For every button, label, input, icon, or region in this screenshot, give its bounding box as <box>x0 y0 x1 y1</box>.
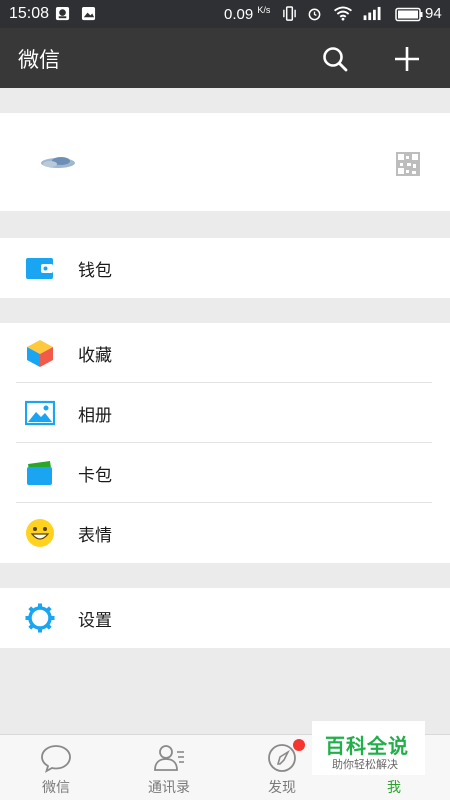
menu-item-label: 钱包 <box>78 261 112 281</box>
menu-group-wallet: 钱包 <box>0 238 450 298</box>
search-icon[interactable] <box>318 42 352 76</box>
wifi-icon <box>333 6 353 21</box>
watermark-subtitle: 助你轻松解决 <box>332 758 398 771</box>
menu-item-settings[interactable]: 设置 <box>0 588 450 648</box>
menu-group-settings: 设置 <box>0 588 450 648</box>
alarm-icon <box>308 8 321 21</box>
plus-icon[interactable] <box>390 42 424 76</box>
status-time: 15:08 <box>9 5 50 22</box>
wallet-icon <box>26 258 53 279</box>
tab-chats[interactable]: 微信 <box>0 735 112 800</box>
gear-icon <box>25 603 55 633</box>
photo-icon <box>25 400 55 426</box>
battery-level: 94 <box>425 5 442 22</box>
watermark: 百科全说 助你轻松解决 <box>312 721 425 775</box>
tab-label: 通讯录 <box>148 780 190 796</box>
menu-item-stickers[interactable]: 表情 <box>0 503 450 563</box>
watermark-title: 百科全说 <box>325 734 409 758</box>
contacts-icon <box>154 745 184 771</box>
status-bar: 15:08 0.09 K/s 94 <box>0 0 450 28</box>
tab-label: 发现 <box>268 780 296 796</box>
menu-item-label: 相册 <box>78 406 112 426</box>
vibrate-icon <box>283 6 296 21</box>
battery-icon <box>395 7 423 22</box>
menu-item-cards[interactable]: 卡包 <box>0 443 450 503</box>
discover-badge <box>293 739 305 751</box>
menu-item-favorites[interactable]: 收藏 <box>0 323 450 383</box>
smiley-icon <box>26 519 54 547</box>
signal-icon <box>363 6 381 21</box>
menu-item-label: 表情 <box>78 526 112 546</box>
chat-bubble-icon <box>41 745 71 773</box>
image-icon <box>81 6 96 21</box>
menu-item-label: 卡包 <box>78 466 112 486</box>
page-title: 微信 <box>18 48 60 72</box>
menu-item-label: 收藏 <box>78 346 112 366</box>
menu-group-content: 收藏 相册 卡包 表情 <box>0 323 450 563</box>
card-icon <box>27 461 52 485</box>
menu-item-label: 设置 <box>78 611 112 631</box>
menu-item-wallet[interactable]: 钱包 <box>0 238 450 298</box>
notification-icon <box>55 6 70 21</box>
tab-label: 微信 <box>42 780 70 796</box>
qr-code-icon[interactable] <box>396 152 420 176</box>
menu-item-album[interactable]: 相册 <box>0 383 450 443</box>
app-header: 微信 <box>0 28 450 88</box>
profile-card[interactable] <box>0 113 450 211</box>
avatar[interactable] <box>36 151 80 175</box>
tab-label: 我 <box>387 780 401 796</box>
cube-icon <box>27 340 53 367</box>
network-speed: 0.09 K/s <box>224 5 271 23</box>
tab-contacts[interactable]: 通讯录 <box>113 735 225 800</box>
